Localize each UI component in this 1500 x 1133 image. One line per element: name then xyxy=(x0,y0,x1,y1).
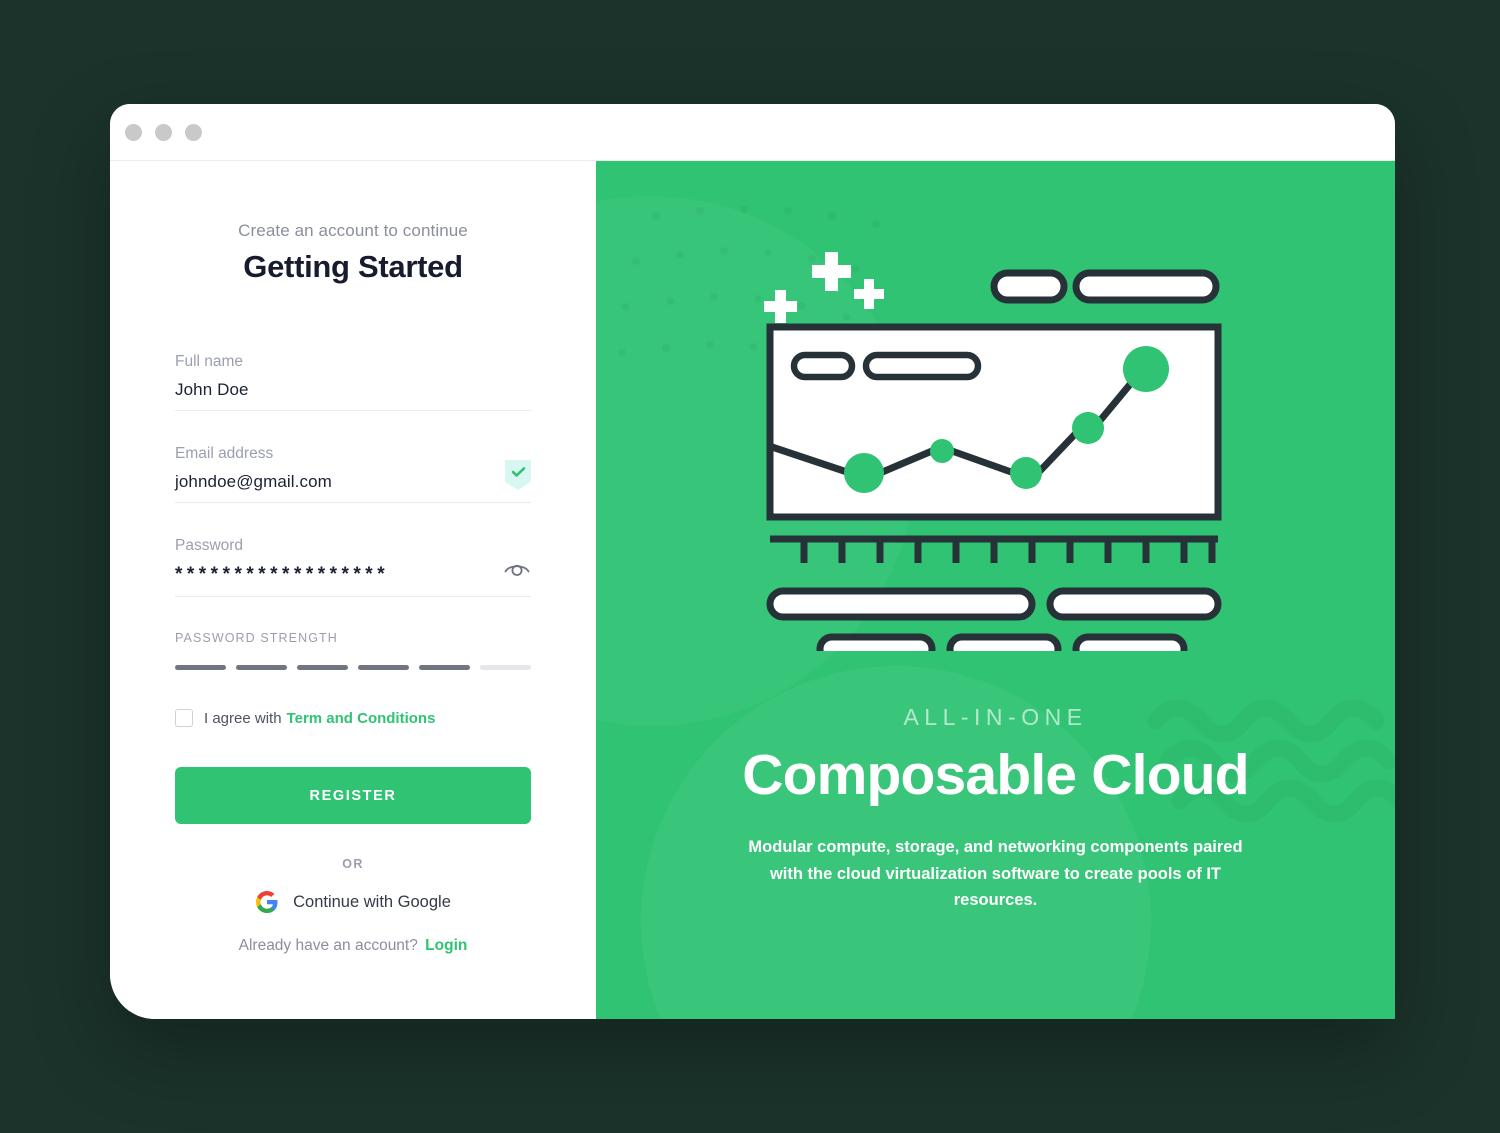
sparkle-icons xyxy=(763,252,884,323)
promo-subtitle: Modular compute, storage, and networking… xyxy=(748,838,1243,910)
registration-panel: Create an account to continue Getting St… xyxy=(110,161,596,1019)
chart-axis xyxy=(769,535,1218,563)
continue-with-google-button[interactable]: Continue with Google xyxy=(175,890,531,914)
terms-checkbox[interactable] xyxy=(175,709,193,727)
strength-segment xyxy=(358,665,409,670)
register-button[interactable]: REGISTER xyxy=(175,767,531,824)
strength-segment xyxy=(175,665,226,670)
email-verified-badge xyxy=(505,460,531,490)
minimize-dot[interactable] xyxy=(155,123,172,141)
promo-title: Composable Cloud xyxy=(742,743,1249,807)
password-visibility-toggle[interactable] xyxy=(503,560,531,584)
field-email-address[interactable]: Email address johndoe@gmail.com xyxy=(175,445,531,503)
strength-segment xyxy=(480,665,531,670)
login-prompt-text: Already have an account? xyxy=(238,937,418,954)
strength-segment xyxy=(236,665,287,670)
maximize-dot[interactable] xyxy=(185,123,202,141)
form-eyebrow: Create an account to continue xyxy=(238,221,468,240)
window-titlebar xyxy=(110,104,1395,161)
promo-copy: ALL-IN-ONE Composable Cloud Modular comp… xyxy=(596,704,1395,914)
email-input[interactable]: johndoe@gmail.com xyxy=(175,472,531,492)
verified-check-icon xyxy=(505,460,531,490)
or-divider-label: OR xyxy=(342,857,364,871)
eye-icon xyxy=(504,564,530,576)
promo-panel: ALL-IN-ONE Composable Cloud Modular comp… xyxy=(596,161,1395,1019)
password-strength-label: PASSWORD STRENGTH xyxy=(175,631,338,645)
google-button-label: Continue with Google xyxy=(293,892,451,911)
terms-and-conditions-link[interactable]: Term and Conditions xyxy=(287,710,436,727)
dashboard-illustration xyxy=(746,251,1246,665)
terms-row: I agree with Term and Conditions xyxy=(175,709,531,727)
field-label-email: Email address xyxy=(175,445,274,462)
full-name-input[interactable]: John Doe xyxy=(175,380,531,400)
window-body: Create an account to continue Getting St… xyxy=(110,161,1395,1019)
field-label-full-name: Full name xyxy=(175,353,244,370)
login-link[interactable]: Login xyxy=(425,937,467,954)
browser-window: Create an account to continue Getting St… xyxy=(110,104,1395,1019)
page-title: Getting Started xyxy=(243,249,463,284)
field-password[interactable]: Password ****************** xyxy=(175,537,531,597)
password-strength-meter xyxy=(175,665,531,670)
field-full-name[interactable]: Full name John Doe xyxy=(175,353,531,411)
login-prompt: Already have an account? Login xyxy=(175,937,531,955)
terms-text: I agree with xyxy=(204,709,282,727)
google-icon xyxy=(256,891,278,913)
close-dot[interactable] xyxy=(125,123,142,141)
strength-segment xyxy=(297,665,348,670)
form-fields: Full name John Doe Email address johndoe… xyxy=(175,353,531,597)
password-input[interactable]: ****************** xyxy=(175,564,531,586)
promo-kicker: ALL-IN-ONE xyxy=(903,704,1088,730)
field-label-password: Password xyxy=(175,537,244,554)
strength-segment xyxy=(419,665,470,670)
